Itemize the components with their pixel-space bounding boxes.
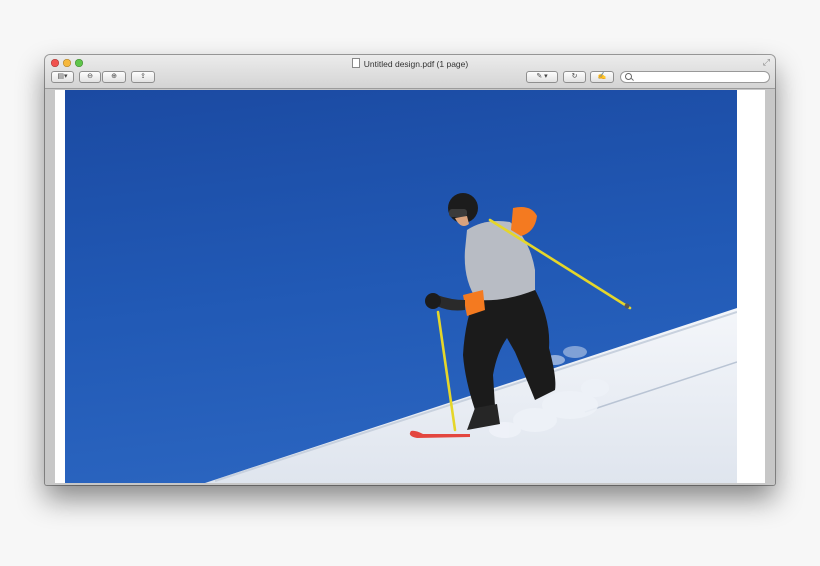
pole-basket [624,303,630,309]
annotate-button[interactable]: ✎ ▾ [526,71,558,83]
preview-window: Untitled design.pdf (1 page) ⤢ ▤▾ ⊖ ⊕ ⇪ … [45,55,775,485]
rotate-button[interactable]: ↻ [563,71,586,83]
share-button[interactable]: ⇪ [131,71,155,83]
pen-icon: ✎ ▾ [536,73,548,80]
fullscreen-icon[interactable]: ⤢ [763,58,770,67]
goggles [449,209,467,217]
window-title: Untitled design.pdf (1 page) [45,58,775,70]
sidebar-button[interactable]: ▤▾ [51,71,74,83]
edit-icon: ✍ [597,73,607,80]
document-icon [351,58,360,68]
glove [425,293,441,309]
search-input[interactable] [620,71,770,83]
sidebar-icon: ▤▾ [57,73,68,80]
edit-button[interactable]: ✍ [590,71,614,83]
window-title-text: Untitled design.pdf (1 page) [363,59,469,69]
zoom-in-button[interactable]: ⊕ [102,71,126,83]
zoom-in-icon: ⊕ [111,73,117,80]
rotate-icon: ↻ [571,73,578,80]
skier-photo [65,90,737,483]
search-icon [625,73,632,80]
title-bar: Untitled design.pdf (1 page) ⤢ ▤▾ ⊖ ⊕ ⇪ … [45,55,775,89]
share-icon: ⇪ [140,73,146,80]
pdf-page [55,90,765,483]
document-viewport[interactable] [45,89,775,485]
zoom-out-button[interactable]: ⊖ [79,71,101,83]
zoom-out-icon: ⊖ [87,73,93,80]
